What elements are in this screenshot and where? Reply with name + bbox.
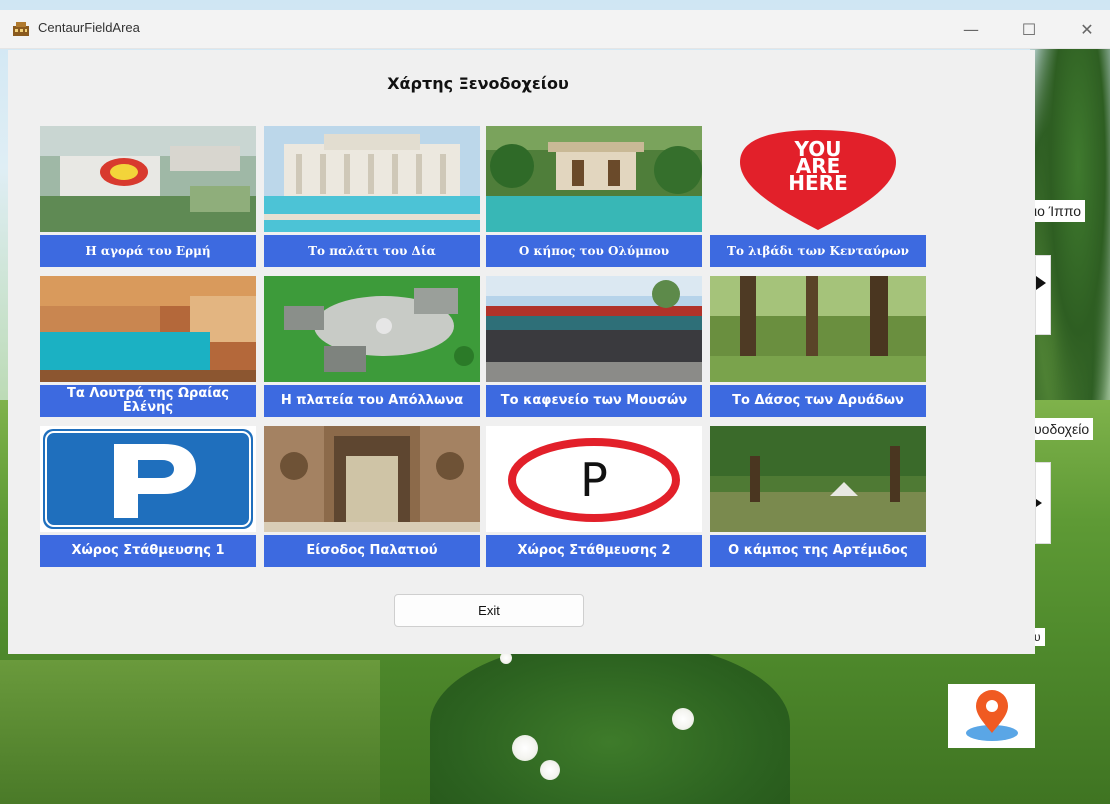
tile-label: Είσοδος Παλατιού <box>264 535 480 567</box>
apollo-square-image <box>264 276 480 382</box>
you-are-here-image: YOU ARE HERE <box>710 126 926 232</box>
window-title: CentaurFieldArea <box>38 20 140 35</box>
tile-centaur-meadow[interactable]: YOU ARE HERE Το λιβάδι των Κενταύρων <box>710 126 926 276</box>
exit-button[interactable]: Exit <box>394 594 584 627</box>
tile-label: Το καφενείο των Μουσών <box>486 385 702 417</box>
tile-label: Το παλάτι του Δία <box>264 235 480 267</box>
dryad-forest-image <box>710 276 926 382</box>
tile-label: Ο κήπος του Ολύμπου <box>486 235 702 267</box>
tile-label: Χώρος Στάθμευσης 2 <box>486 535 702 567</box>
background-hedge <box>0 660 380 804</box>
map-button[interactable] <box>948 684 1035 748</box>
tile-label: Ο κάμπος της Αρτέμιδος <box>710 535 926 567</box>
background-label: ιο Ίππο <box>1030 200 1086 222</box>
background-flower <box>512 735 538 761</box>
tile-apollo-square[interactable]: Η πλατεία του Απόλλωνα <box>264 276 480 426</box>
parking-circle-image: P <box>486 426 702 532</box>
background-card <box>1035 462 1051 544</box>
hermes-market-image <box>40 126 256 232</box>
helen-baths-image <box>40 276 256 382</box>
tile-palace-entrance[interactable]: Είσοδος Παλατιού <box>264 426 480 576</box>
background-bush <box>430 640 790 804</box>
maximize-button[interactable]: ☐ <box>1006 10 1052 48</box>
tile-label: Χώρος Στάθμευσης 1 <box>40 535 256 567</box>
location-marker-icon <box>965 690 1018 741</box>
play-icon <box>1036 499 1042 507</box>
tile-label: Τα Λουτρά της Ωραίας Ελένης <box>40 385 256 417</box>
zeus-palace-image <box>264 126 480 232</box>
hotel-map-dialog: Χάρτης Ξενοδοχείου Η αγορά του Ερμή Το π… <box>8 50 1035 654</box>
window-titlebar: CentaurFieldArea — ☐ ✕ <box>0 10 1110 49</box>
tile-parking-1[interactable]: Χώρος Στάθμευσης 1 <box>40 426 256 576</box>
tile-muses-cafe[interactable]: Το καφενείο των Μουσών <box>486 276 702 426</box>
background-flower <box>672 708 694 730</box>
tile-helen-baths[interactable]: Τα Λουτρά της Ωραίας Ελένης <box>40 276 256 426</box>
tile-label: Η πλατεία του Απόλλωνα <box>264 385 480 417</box>
artemis-plain-image <box>710 426 926 532</box>
app-icon <box>13 22 29 36</box>
tile-olympus-garden[interactable]: Ο κήπος του Ολύμπου <box>486 126 702 276</box>
olympus-garden-image <box>486 126 702 232</box>
background-trees <box>1030 40 1110 460</box>
tile-label: Το λιβάδι των Κενταύρων <box>710 235 926 267</box>
tile-label: Η αγορά του Ερμή <box>40 235 256 267</box>
tile-artemis-plain[interactable]: Ο κάμπος της Αρτέμιδος <box>710 426 926 576</box>
close-button[interactable]: ✕ <box>1064 10 1110 48</box>
palace-entrance-image <box>264 426 480 532</box>
tile-label: Το Δάσος των Δρυάδων <box>710 385 926 417</box>
tile-dryad-forest[interactable]: Το Δάσος των Δρυάδων <box>710 276 926 426</box>
dialog-title: Χάρτης Ξενοδοχείου <box>387 74 569 93</box>
minimize-button[interactable]: — <box>948 10 994 48</box>
background-label: υοδοχείο <box>1030 418 1094 440</box>
background-flower <box>540 760 560 780</box>
parking-sign-image <box>40 426 256 532</box>
background-card <box>1035 255 1051 335</box>
tile-zeus-palace[interactable]: Το παλάτι του Δία <box>264 126 480 276</box>
parking-letter: P <box>580 453 608 507</box>
muses-cafe-image <box>486 276 702 382</box>
tile-parking-2[interactable]: P Χώρος Στάθμευσης 2 <box>486 426 702 576</box>
tile-hermes-market[interactable]: Η αγορά του Ερμή <box>40 126 256 276</box>
here-label: HERE <box>788 171 847 195</box>
play-icon <box>1036 276 1046 290</box>
